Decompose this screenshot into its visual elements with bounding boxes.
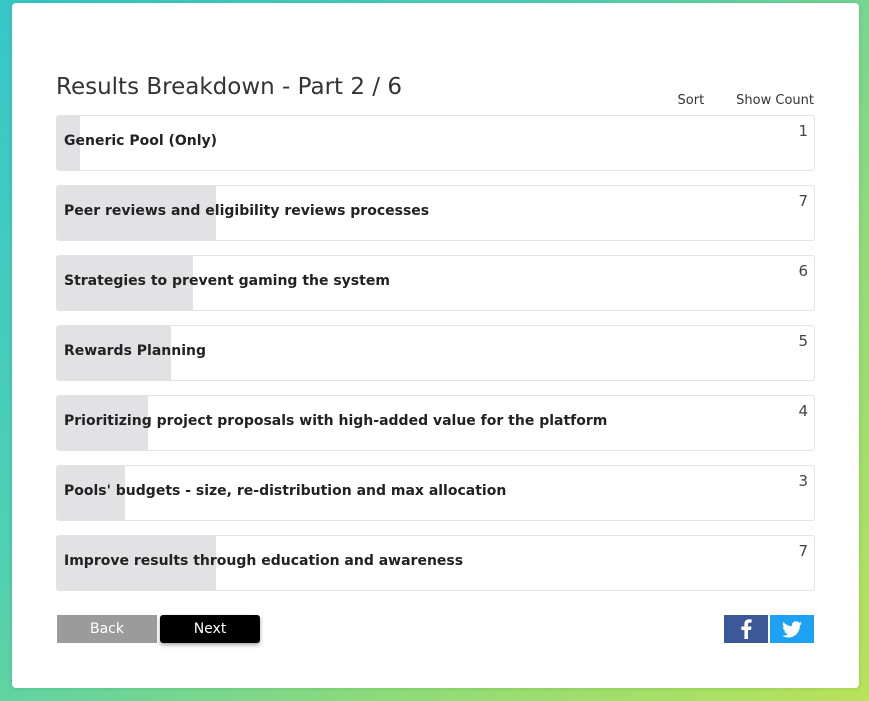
result-count: 7 [798,542,808,560]
result-label: Improve results through education and aw… [64,553,464,569]
result-count: 5 [798,332,808,350]
social-share [724,615,814,643]
result-count: 6 [798,262,808,280]
result-label: Strategies to prevent gaming the system [64,273,390,289]
result-count: 7 [798,192,808,210]
result-label: Pools' budgets - size, re-distribution a… [64,483,507,499]
results-list: Generic Pool (Only) 1 Peer reviews and e… [56,115,815,605]
result-label: Generic Pool (Only) [64,133,218,149]
result-row[interactable]: Prioritizing project proposals with high… [56,395,815,451]
back-button[interactable]: Back [57,615,157,643]
show-count-button[interactable]: Show Count [736,93,814,108]
twitter-icon [782,620,802,637]
results-card: Results Breakdown - Part 2 / 6 Sort Show… [12,3,859,688]
sort-button[interactable]: Sort [678,93,705,108]
result-controls: Sort Show Count [678,93,814,108]
result-row[interactable]: Peer reviews and eligibility reviews pro… [56,185,815,241]
result-count: 3 [798,472,808,490]
result-count: 4 [798,402,808,420]
result-row[interactable]: Rewards Planning 5 [56,325,815,381]
result-count: 1 [798,122,808,140]
next-button[interactable]: Next [160,615,260,643]
result-label: Rewards Planning [64,343,207,359]
page-title: Results Breakdown - Part 2 / 6 [56,74,402,101]
facebook-icon [741,619,752,639]
result-row[interactable]: Generic Pool (Only) 1 [56,115,815,171]
result-row[interactable]: Strategies to prevent gaming the system … [56,255,815,311]
result-label: Prioritizing project proposals with high… [64,413,608,429]
result-row[interactable]: Improve results through education and aw… [56,535,815,591]
result-row[interactable]: Pools' budgets - size, re-distribution a… [56,465,815,521]
twitter-share-button[interactable] [770,615,814,643]
facebook-share-button[interactable] [724,615,768,643]
result-label: Peer reviews and eligibility reviews pro… [64,203,430,219]
